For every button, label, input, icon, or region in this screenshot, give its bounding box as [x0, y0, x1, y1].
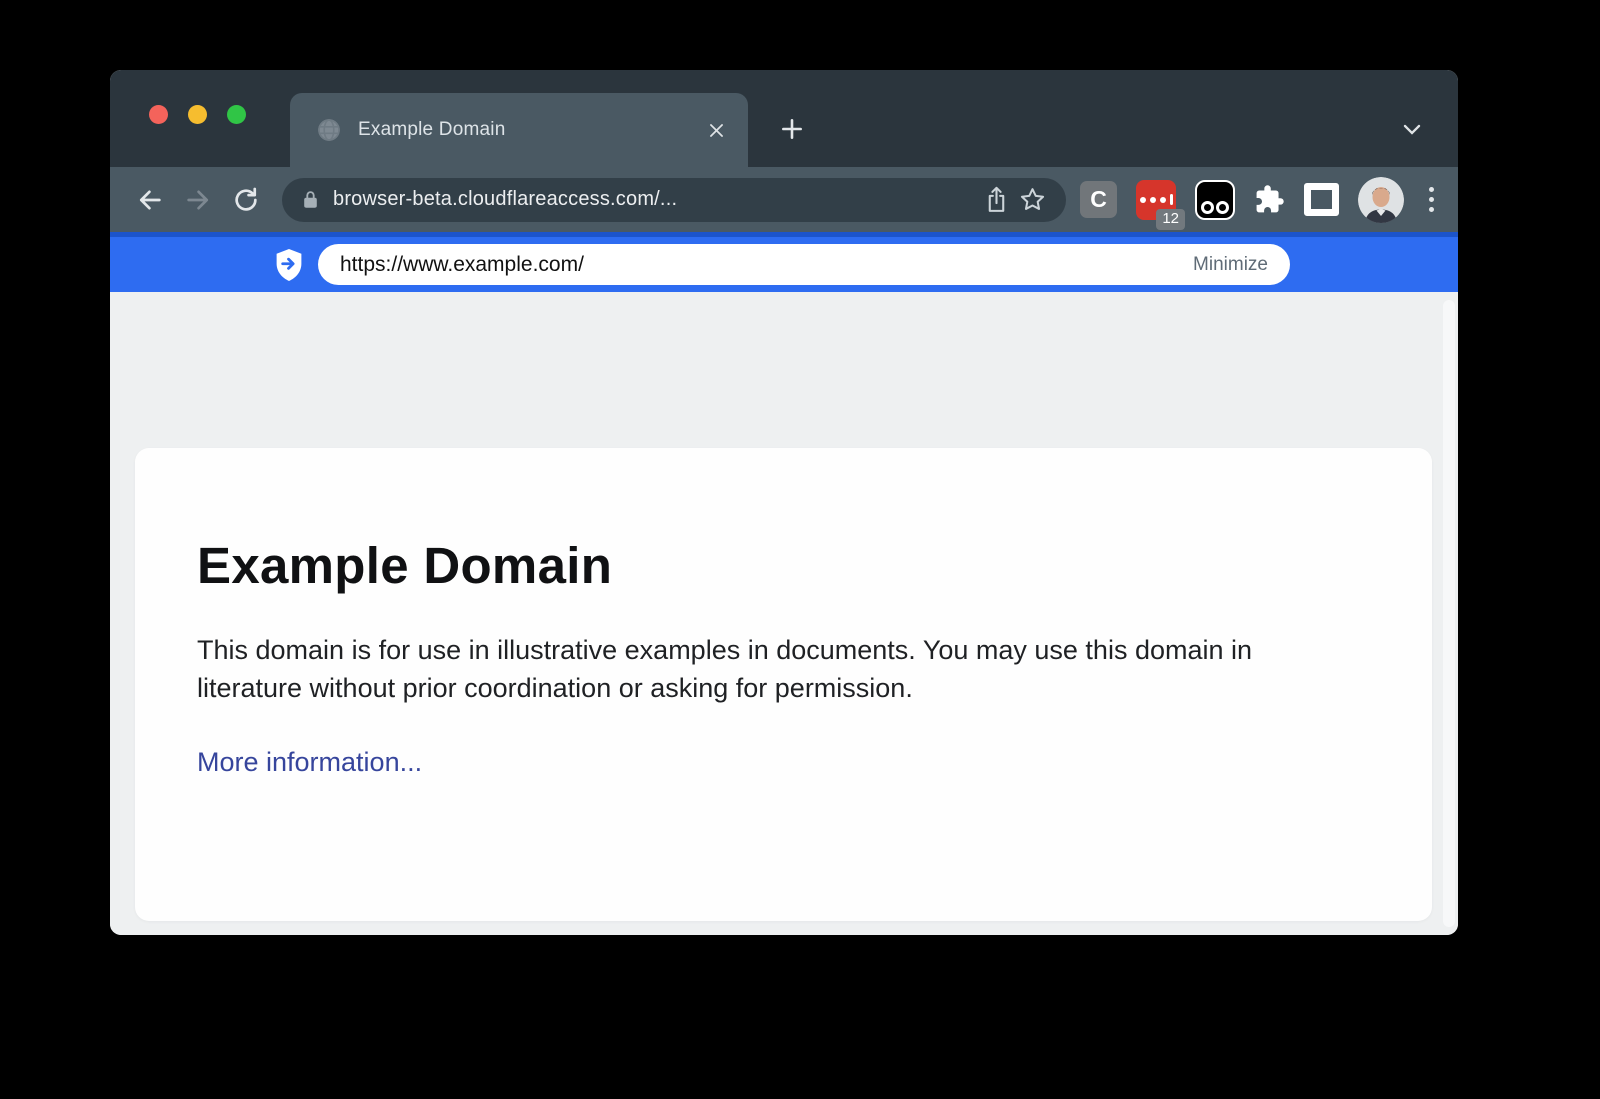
side-panel-icon[interactable]: [1304, 183, 1339, 216]
remote-browser-bar: Minimize: [110, 232, 1458, 292]
window-controls: [149, 105, 246, 124]
close-tab-icon[interactable]: [707, 121, 726, 140]
more-information-link[interactable]: More information...: [197, 747, 422, 777]
remote-url-input[interactable]: [340, 253, 1193, 277]
tab-search-chevron-icon[interactable]: [1394, 111, 1430, 147]
globe-favicon-icon: [316, 117, 342, 143]
browser-window: Example Domain: [110, 70, 1458, 935]
tab-title: Example Domain: [358, 119, 707, 141]
profile-avatar[interactable]: [1358, 177, 1404, 223]
lock-icon: [300, 189, 321, 210]
zoom-window-button[interactable]: [227, 105, 246, 124]
camera-extension-icon[interactable]: [1195, 180, 1235, 220]
page-scrollbar[interactable]: [1443, 300, 1455, 927]
address-bar[interactable]: browser-beta.cloudflareaccess.com/...: [282, 178, 1066, 222]
browser-toolbar: browser-beta.cloudflareaccess.com/... C …: [110, 167, 1458, 232]
forward-icon[interactable]: [178, 180, 218, 220]
shield-icon: [273, 248, 305, 282]
page-heading: Example Domain: [197, 536, 1342, 595]
extension-c-icon[interactable]: C: [1080, 181, 1117, 218]
minimize-bar-button[interactable]: Minimize: [1193, 254, 1268, 276]
tab-example-domain[interactable]: Example Domain: [290, 93, 748, 167]
browser-menu-icon[interactable]: [1423, 183, 1440, 216]
share-icon[interactable]: [978, 182, 1014, 218]
example-domain-card: Example Domain This domain is for use in…: [135, 448, 1432, 921]
minimize-window-button[interactable]: [188, 105, 207, 124]
page-viewport: Example Domain This domain is for use in…: [110, 292, 1458, 935]
remote-url-bar: Minimize: [318, 244, 1290, 285]
new-tab-icon[interactable]: [770, 107, 814, 151]
bookmark-star-icon[interactable]: [1014, 182, 1050, 218]
extension-badge: 12: [1156, 209, 1185, 230]
lastpass-extension-icon[interactable]: 12: [1136, 180, 1176, 220]
extensions-row: C 12: [1080, 177, 1446, 223]
extensions-puzzle-icon[interactable]: [1254, 184, 1285, 215]
reload-icon[interactable]: [226, 180, 266, 220]
address-bar-url: browser-beta.cloudflareaccess.com/...: [333, 188, 978, 211]
close-window-button[interactable]: [149, 105, 168, 124]
tab-strip: Example Domain: [110, 70, 1458, 167]
back-icon[interactable]: [130, 180, 170, 220]
page-body-text: This domain is for use in illustrative e…: [197, 631, 1282, 707]
